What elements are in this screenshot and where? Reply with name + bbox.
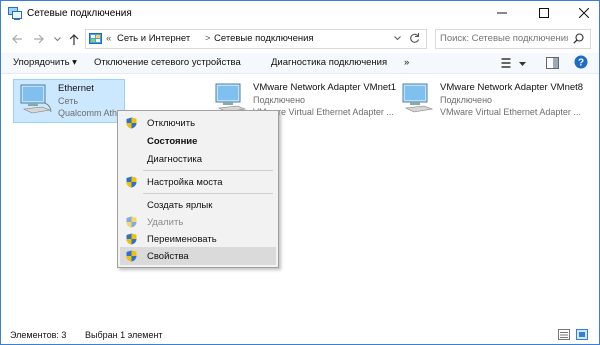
- preview-pane-button[interactable]: [546, 57, 559, 71]
- more-commands-button[interactable]: »: [404, 57, 409, 68]
- close-button[interactable]: [569, 1, 599, 25]
- breadcrumb-network-internet[interactable]: Сеть и Интернет: [117, 33, 190, 44]
- refresh-button[interactable]: [409, 32, 420, 46]
- connection-device: VMware Virtual Ethernet Adapter ...: [440, 107, 581, 117]
- connection-name: Ethernet: [58, 83, 94, 94]
- menu-item-label: Отключить: [147, 118, 196, 129]
- connection-item-vmnet8[interactable]: VMware Network Adapter VMnet8 Подключено…: [396, 79, 596, 121]
- large-icons-view-icon: [576, 329, 588, 340]
- maximize-button[interactable]: [529, 1, 559, 25]
- chevron-down-icon: [53, 36, 61, 41]
- menu-item-label: Удалить: [147, 217, 184, 228]
- menu-item-create-shortcut[interactable]: Создать ярлык: [120, 196, 276, 214]
- uac-shield-icon: [126, 216, 137, 228]
- organize-button[interactable]: Упорядочить ▾: [13, 57, 77, 68]
- context-menu: Отключить Состояние Диагностика Настройк…: [117, 110, 279, 268]
- connection-device: Qualcomm Ath: [58, 108, 118, 118]
- breadcrumb-overflow[interactable]: «: [106, 33, 111, 44]
- help-button[interactable]: ?: [574, 55, 588, 71]
- uac-shield-icon: [126, 233, 137, 245]
- chevron-down-icon: [394, 36, 401, 41]
- forward-button[interactable]: [31, 32, 45, 46]
- breadcrumb-network-connections[interactable]: Сетевые подключения: [214, 33, 314, 44]
- network-adapter-icon: [402, 83, 434, 113]
- uac-shield-icon: [126, 250, 137, 262]
- menu-item-bridge[interactable]: Настройка моста: [120, 173, 276, 191]
- window: Сетевые подключения « Сеть и Интернет > …: [0, 0, 600, 345]
- menu-item-label: Настройка моста: [147, 177, 223, 188]
- breadcrumb-separator[interactable]: >: [205, 33, 211, 44]
- details-view-button[interactable]: [558, 329, 570, 342]
- status-bar: Элементов: 3 Выбран 1 элемент: [1, 327, 599, 343]
- diagnose-connection-button[interactable]: Диагностика подключения: [271, 57, 387, 68]
- change-view-button[interactable]: [501, 57, 514, 71]
- refresh-icon: [410, 33, 420, 43]
- command-bar: Упорядочить ▾ Отключение сетевого устрой…: [1, 53, 599, 74]
- minimize-icon: [497, 12, 507, 14]
- menu-item-disable[interactable]: Отключить: [120, 114, 276, 132]
- menu-separator: [143, 170, 273, 171]
- search-box[interactable]: [435, 29, 591, 49]
- view-dropdown-button[interactable]: [519, 59, 526, 69]
- menu-item-status[interactable]: Состояние: [120, 132, 276, 150]
- svg-text:?: ?: [578, 58, 584, 69]
- menu-item-label: Свойства: [147, 251, 189, 262]
- uac-shield-icon: [126, 117, 137, 129]
- details-view-icon: [558, 329, 570, 340]
- menu-item-label: Диагностика: [147, 154, 203, 165]
- connection-status: Подключено: [253, 95, 306, 105]
- address-bar[interactable]: « Сеть и Интернет > Сетевые подключения: [85, 29, 427, 49]
- disable-device-button[interactable]: Отключение сетевого устройства: [94, 57, 241, 68]
- up-button[interactable]: [67, 32, 81, 46]
- arrow-left-icon: [11, 34, 22, 44]
- connection-name: VMware Network Adapter VMnet8: [440, 82, 584, 93]
- title-bar[interactable]: Сетевые подключения: [1, 1, 599, 27]
- connection-item-ethernet[interactable]: Ethernet Сеть Qualcomm Ath: [13, 79, 125, 123]
- menu-item-rename[interactable]: Переименовать: [120, 230, 276, 248]
- view-options-icon: [501, 58, 511, 68]
- caret-down-icon: [519, 62, 526, 66]
- connection-name: VMware Network Adapter VMnet1: [253, 82, 397, 93]
- menu-item-properties[interactable]: Свойства: [120, 247, 276, 265]
- network-connections-icon: [8, 7, 22, 20]
- window-title: Сетевые подключения: [27, 8, 132, 19]
- menu-item-label: Создать ярлык: [147, 200, 213, 211]
- large-icons-view-button[interactable]: [576, 329, 588, 342]
- minimize-button[interactable]: [487, 1, 517, 25]
- preview-pane-icon: [546, 57, 559, 69]
- connection-status: Подключено: [440, 95, 493, 105]
- menu-item-delete: Удалить: [120, 213, 276, 231]
- connection-status: Сеть: [58, 96, 79, 106]
- menu-item-label: Состояние: [147, 136, 198, 147]
- menu-item-diagnostics[interactable]: Диагностика: [120, 150, 276, 168]
- selection-count: Выбран 1 элемент: [85, 330, 163, 340]
- close-icon: [579, 8, 589, 18]
- arrow-up-icon: [69, 33, 79, 45]
- control-panel-icon: [89, 33, 102, 44]
- search-icon[interactable]: [573, 33, 584, 44]
- recent-locations-button[interactable]: [50, 32, 64, 46]
- arrow-right-icon: [33, 34, 44, 44]
- navigation-bar: « Сеть и Интернет > Сетевые подключения: [1, 28, 599, 50]
- menu-separator: [143, 193, 273, 194]
- search-input[interactable]: [440, 32, 568, 45]
- uac-shield-icon: [126, 176, 137, 188]
- maximize-icon: [539, 8, 549, 18]
- network-adapter-icon: [20, 84, 52, 114]
- items-count: Элементов: 3: [10, 330, 67, 340]
- help-icon: ?: [574, 55, 588, 69]
- back-button[interactable]: [10, 32, 24, 46]
- menu-item-label: Переименовать: [147, 234, 217, 245]
- address-dropdown-button[interactable]: [394, 32, 401, 46]
